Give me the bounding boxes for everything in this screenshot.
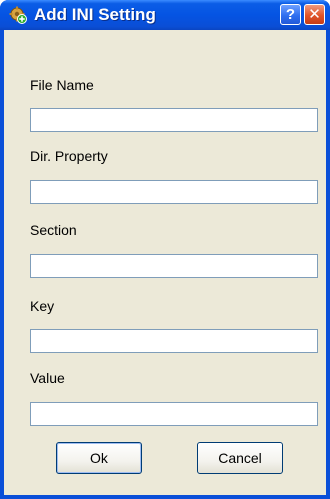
ok-button[interactable]: Ok (56, 442, 142, 474)
key-label: Key (30, 298, 55, 314)
help-button[interactable]: ? (280, 4, 301, 25)
close-button[interactable]: ✕ (304, 4, 325, 25)
value-label: Value (30, 370, 65, 386)
dir-property-input[interactable] (30, 180, 318, 204)
dir-property-label: Dir. Property (30, 148, 108, 164)
file-name-label: File Name (30, 77, 94, 93)
key-input[interactable] (30, 329, 318, 353)
value-input[interactable] (30, 402, 318, 426)
add-gear-icon (9, 6, 27, 24)
dialog-body: File Name Dir. Property Section Key Valu… (4, 30, 326, 495)
section-input[interactable] (30, 254, 318, 278)
file-name-input[interactable] (30, 108, 318, 132)
dialog-window: Add INI Setting ? ✕ File Name Dir. Prope… (0, 0, 330, 499)
help-icon: ? (285, 6, 296, 23)
cancel-button[interactable]: Cancel (197, 442, 283, 474)
close-icon: ✕ (308, 6, 321, 23)
title-bar[interactable]: Add INI Setting ? ✕ (0, 0, 330, 30)
section-label: Section (30, 222, 77, 238)
window-title: Add INI Setting (34, 5, 156, 24)
